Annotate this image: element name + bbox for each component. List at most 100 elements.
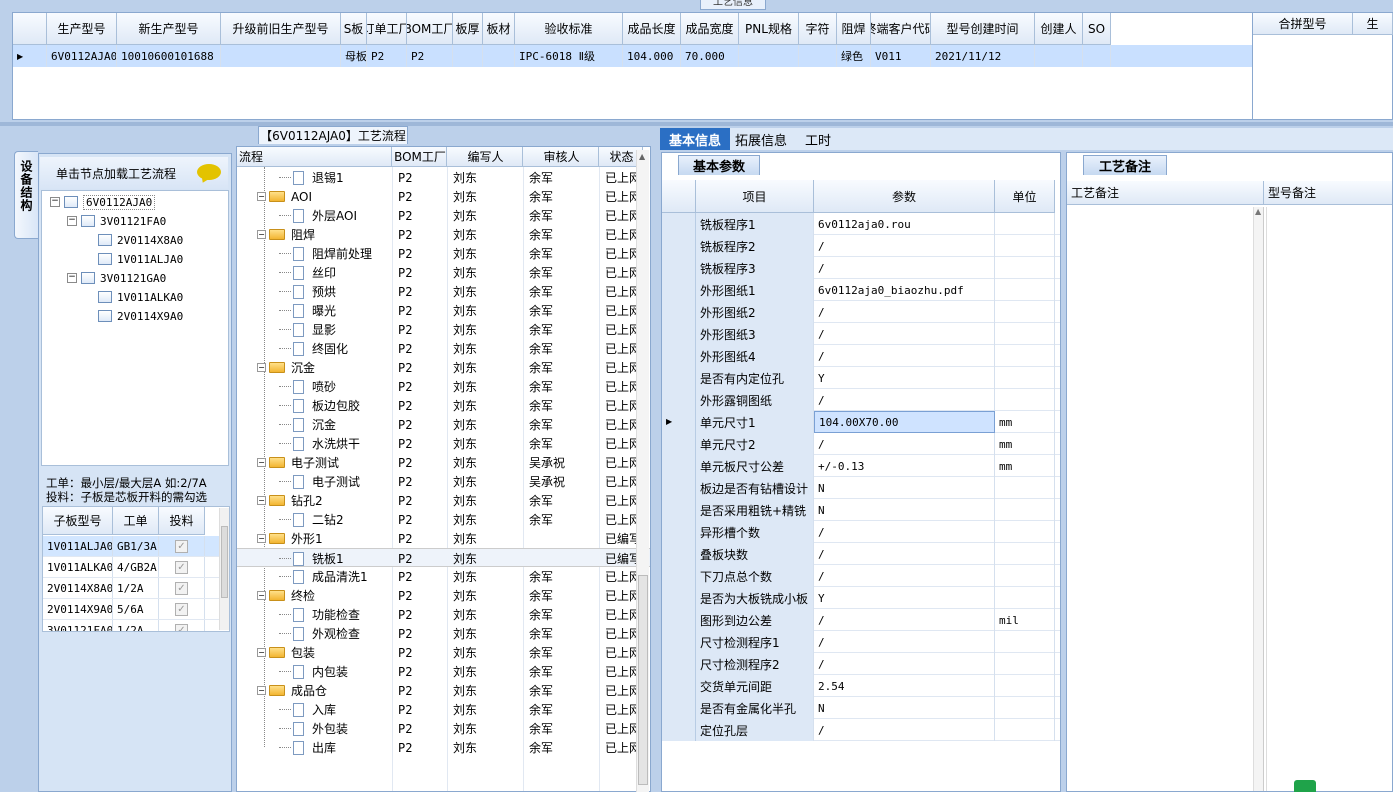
flow-auditor-cell[interactable]: 余军: [529, 225, 599, 244]
param-unit-cell[interactable]: [995, 697, 1055, 719]
column-header[interactable]: 成品长度: [623, 13, 681, 45]
flow-row[interactable]: − 成品仓 P2 刘东 余军 已上网: [237, 681, 650, 700]
param-row[interactable]: 外形图纸3/: [662, 323, 1060, 345]
flow-factory-cell[interactable]: P2: [398, 225, 447, 244]
param-row[interactable]: 叠板块数 /: [662, 543, 1060, 565]
param-name-cell[interactable]: 外形图纸4: [696, 345, 814, 367]
flow-step[interactable]: 二钻2: [279, 510, 392, 529]
param-value-cell[interactable]: /: [814, 323, 995, 345]
param-unit-cell[interactable]: mm: [995, 455, 1055, 477]
param-unit-cell[interactable]: [995, 499, 1055, 521]
flow-auditor-cell[interactable]: 余军: [529, 282, 599, 301]
param-value-cell[interactable]: /: [814, 521, 995, 543]
flow-factory-cell[interactable]: P2: [398, 510, 447, 529]
expand-icon[interactable]: −: [257, 192, 266, 201]
flow-factory-cell[interactable]: P2: [398, 624, 447, 643]
column-header[interactable]: 子板型号: [43, 507, 113, 535]
table-row[interactable]: 2V0114X8A0 1/2A ✓: [43, 578, 229, 599]
flow-writer-cell[interactable]: 刘东: [453, 624, 523, 643]
column-header[interactable]: 流程: [237, 147, 392, 167]
flow-step[interactable]: 预烘: [279, 282, 392, 301]
param-name-cell[interactable]: 外形图纸3: [696, 323, 814, 345]
flow-auditor-cell[interactable]: 余军: [529, 415, 599, 434]
param-value-cell[interactable]: /: [814, 565, 995, 587]
flow-writer-cell[interactable]: 刘东: [453, 662, 523, 681]
column-header[interactable]: SO: [1083, 13, 1111, 45]
flow-auditor-cell[interactable]: [529, 529, 599, 548]
column-header[interactable]: 板厚: [453, 13, 483, 45]
flow-factory-cell[interactable]: P2: [398, 662, 447, 681]
expand-icon[interactable]: −: [257, 230, 266, 239]
param-row[interactable]: 下刀点总个数 /: [662, 565, 1060, 587]
column-header[interactable]: 生: [1353, 13, 1393, 35]
column-header[interactable]: 终端客户代码: [871, 13, 931, 45]
flow-row[interactable]: 出库 P2 刘东 余军 已上网: [237, 738, 650, 757]
flow-auditor-cell[interactable]: 余军: [529, 643, 599, 662]
flow-writer-cell[interactable]: 刘东: [453, 567, 523, 586]
flow-factory-cell[interactable]: P2: [398, 396, 447, 415]
param-unit-cell[interactable]: [995, 279, 1055, 301]
flow-factory-cell[interactable]: P2: [398, 301, 447, 320]
table-cell[interactable]: 104.000: [623, 45, 681, 67]
column-header[interactable]: 工单: [113, 507, 159, 535]
table-cell[interactable]: 1/2A: [113, 578, 159, 598]
flow-step[interactable]: 外包装: [279, 719, 392, 738]
param-unit-cell[interactable]: [995, 653, 1055, 675]
flow-group[interactable]: − 成品仓: [257, 681, 392, 700]
param-value-cell[interactable]: Y: [814, 587, 995, 609]
table-cell[interactable]: [483, 45, 515, 67]
column-header[interactable]: BOM工厂: [392, 147, 447, 167]
param-row[interactable]: 是否采用粗铣+精铣 N: [662, 499, 1060, 521]
flow-auditor-cell[interactable]: 吴承祝: [529, 453, 599, 472]
flow-writer-cell[interactable]: 刘东: [453, 415, 523, 434]
table-cell[interactable]: GB1/3A: [113, 536, 159, 556]
param-row[interactable]: 单元板尺寸公差 +/-0.13 mm: [662, 455, 1060, 477]
table-cell[interactable]: [453, 45, 483, 67]
param-unit-cell[interactable]: [995, 257, 1055, 279]
flow-row[interactable]: 预烘 P2 刘东 余军 已上网: [237, 282, 650, 301]
tree-node[interactable]: 1V011ALJA0: [84, 251, 183, 267]
param-name-cell[interactable]: 尺寸检测程序2: [696, 653, 814, 675]
column-header[interactable]: 参数: [814, 180, 995, 213]
remark-scrollbar[interactable]: ▲: [1253, 207, 1264, 791]
column-header[interactable]: 升级前旧生产型号: [221, 13, 341, 45]
flow-auditor-cell[interactable]: 余军: [529, 168, 599, 187]
flow-step[interactable]: 内包装: [279, 662, 392, 681]
param-name-cell[interactable]: 外形图纸2: [696, 301, 814, 323]
param-row[interactable]: 异形槽个数 /: [662, 521, 1060, 543]
checkbox[interactable]: ✓: [175, 560, 188, 574]
param-row[interactable]: 外形图纸1 6v0112aja0_biaozhu.pdf: [662, 279, 1060, 301]
flow-writer-cell[interactable]: 刘东: [453, 549, 523, 568]
flow-group[interactable]: − 阻焊: [257, 225, 392, 244]
flow-factory-cell[interactable]: P2: [398, 282, 447, 301]
tab-equipment-structure[interactable]: 设备结构: [14, 151, 38, 239]
param-unit-cell[interactable]: [995, 631, 1055, 653]
flow-writer-cell[interactable]: 刘东: [453, 472, 523, 491]
param-name-cell[interactable]: 是否为大板铣成小板: [696, 587, 814, 609]
param-name-cell[interactable]: 交货单元间距: [696, 675, 814, 697]
flow-step[interactable]: 外观检查: [279, 624, 392, 643]
flow-auditor-cell[interactable]: 余军: [529, 624, 599, 643]
flow-auditor-cell[interactable]: 余军: [529, 491, 599, 510]
flow-row[interactable]: − 钻孔2 P2 刘东 余军 已上网: [237, 491, 650, 510]
flow-auditor-cell[interactable]: 余军: [529, 434, 599, 453]
param-name-cell[interactable]: 是否有内定位孔: [696, 367, 814, 389]
expand-icon[interactable]: −: [257, 591, 266, 600]
flow-writer-cell[interactable]: 刘东: [453, 434, 523, 453]
param-row[interactable]: 交货单元间距 2.54: [662, 675, 1060, 697]
column-header[interactable]: BOM工厂: [407, 13, 453, 45]
flow-step[interactable]: 喷砂: [279, 377, 392, 396]
param-unit-cell[interactable]: [995, 587, 1055, 609]
flow-auditor-cell[interactable]: 余军: [529, 263, 599, 282]
tree-node[interactable]: − 3V01121GA0: [67, 270, 166, 286]
param-value-cell[interactable]: /: [814, 345, 995, 367]
param-unit-cell[interactable]: [995, 543, 1055, 565]
param-unit-cell[interactable]: [995, 301, 1055, 323]
expand-icon[interactable]: −: [257, 458, 266, 467]
flow-auditor-cell[interactable]: 余军: [529, 187, 599, 206]
flow-auditor-cell[interactable]: 余军: [529, 301, 599, 320]
flow-row[interactable]: 沉金 P2 刘东 余军 已上网: [237, 415, 650, 434]
tree-node[interactable]: 2V0114X8A0: [84, 232, 183, 248]
flow-row[interactable]: 水洗烘干 P2 刘东 余军 已上网: [237, 434, 650, 453]
flow-row[interactable]: 板边包胶 P2 刘东 余军 已上网: [237, 396, 650, 415]
